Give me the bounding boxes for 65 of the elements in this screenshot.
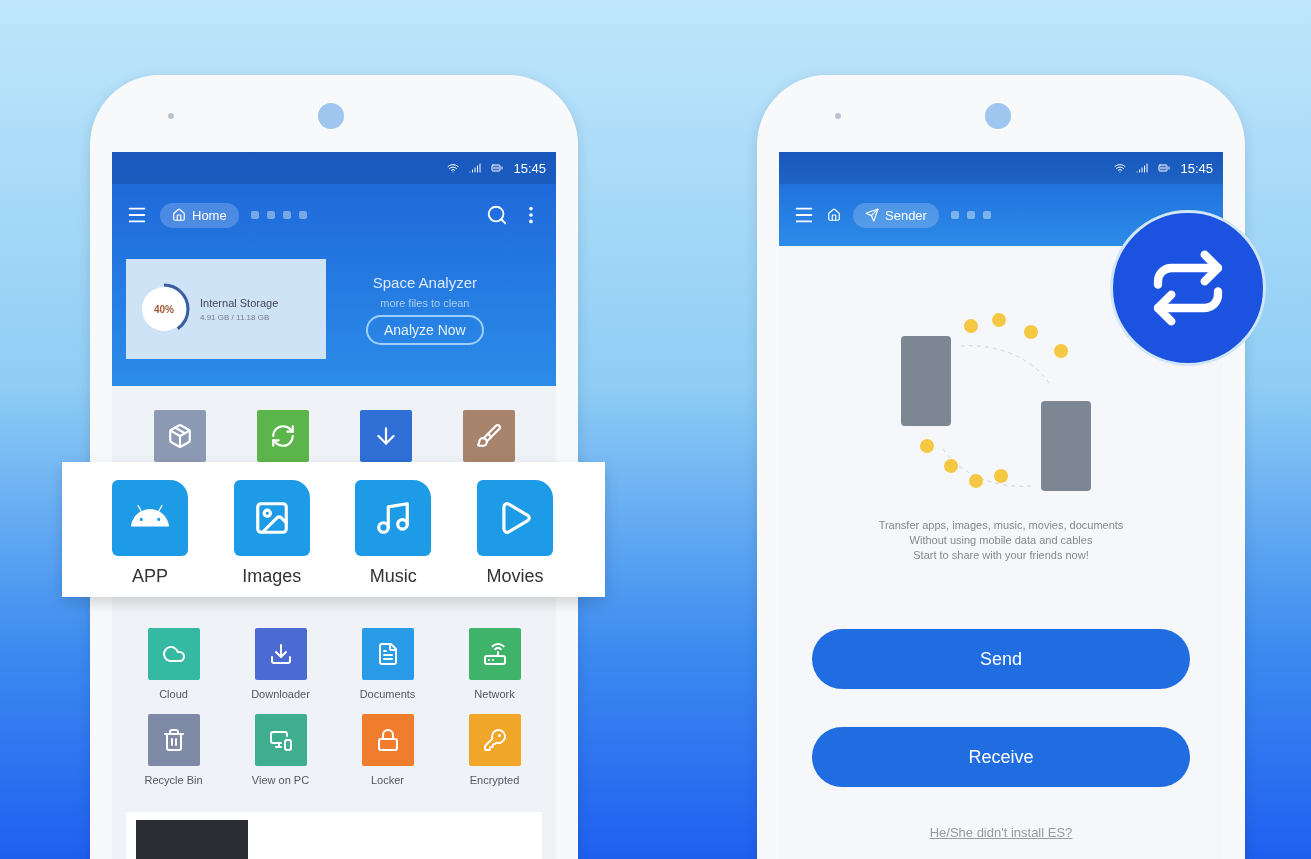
breadcrumb-chip[interactable]: Sender	[853, 202, 939, 228]
category-tile[interactable]	[359, 410, 412, 462]
tool-label: Recycle Bin	[144, 774, 203, 786]
tool-tile[interactable]	[254, 628, 307, 680]
tool-label: Locker	[371, 774, 404, 786]
tool-tile[interactable]	[361, 714, 414, 766]
camera-dot	[318, 103, 344, 129]
tool-tile[interactable]	[254, 714, 307, 766]
install-link[interactable]: He/She didn't install ES?	[929, 825, 1073, 840]
category-tile[interactable]	[233, 480, 310, 556]
broom-icon	[475, 423, 502, 449]
tool-tile[interactable]	[361, 628, 414, 680]
package-icon	[166, 423, 193, 449]
tool-label: View on PC	[251, 774, 310, 786]
category-tile[interactable]	[112, 480, 188, 556]
battery-icon	[491, 162, 504, 174]
tool-label: Documents	[359, 688, 416, 700]
monitor-phone-icon	[268, 728, 293, 752]
analyzer-subtitle: more files to clean	[380, 296, 470, 309]
category-label: APP	[132, 566, 168, 587]
action-button[interactable]: Send	[812, 629, 1190, 689]
wifi-icon	[1114, 162, 1127, 174]
storage-title: Internal Storage	[200, 296, 279, 309]
router-icon	[482, 642, 507, 666]
category-tile[interactable]	[462, 410, 515, 462]
category-label: Images	[242, 566, 302, 587]
sensor-dot	[168, 113, 174, 119]
category-tile[interactable]	[476, 480, 553, 556]
tool-tile[interactable]	[147, 714, 200, 766]
signal-icon	[469, 162, 482, 174]
storage-card[interactable]: 40% Internal Storage 4.91 GB / 11.18 GB	[126, 259, 326, 359]
tool-label: Cloud	[159, 688, 188, 700]
status-time: 15:45	[513, 160, 546, 176]
category-label: Music	[369, 566, 417, 587]
download-icon	[268, 642, 293, 666]
camera-dot	[985, 103, 1011, 129]
tool-tile[interactable]	[468, 714, 521, 766]
breadcrumb-chip[interactable]: Home	[160, 202, 239, 228]
analyze-button[interactable]: Analyze Now	[366, 314, 484, 345]
category-label: Movies	[486, 566, 544, 587]
home-icon	[172, 208, 186, 222]
tool-label: Network	[474, 688, 515, 700]
tool-label: Encrypted	[469, 774, 520, 786]
transfer-message: Transfer apps, images, music, movies, documents Without using mobile data and cables Start to share with your friends now!	[878, 518, 1124, 563]
home-icon[interactable]	[827, 208, 841, 222]
tool-tile[interactable]	[147, 628, 200, 680]
sensor-dot	[835, 113, 841, 119]
send-icon	[865, 208, 879, 222]
tool-label: Downloader	[251, 688, 310, 700]
search-icon[interactable]	[486, 204, 508, 226]
lock-icon	[375, 728, 400, 752]
category-tile[interactable]	[256, 410, 309, 462]
wifi-icon	[447, 162, 460, 174]
refresh-icon	[269, 423, 296, 449]
tool-tile[interactable]	[468, 628, 521, 680]
storage-detail: 4.91 GB / 11.18 GB	[200, 312, 271, 322]
status-time: 15:45	[1180, 160, 1213, 176]
trash-icon	[161, 728, 186, 752]
signal-icon	[1136, 162, 1149, 174]
battery-icon	[1158, 162, 1171, 174]
category-tile[interactable]	[153, 410, 206, 462]
category-tile[interactable]	[355, 480, 432, 556]
action-button[interactable]: Receive	[812, 727, 1190, 787]
key-icon	[482, 728, 507, 752]
analyzer-title: Space Analyzer	[372, 273, 477, 291]
